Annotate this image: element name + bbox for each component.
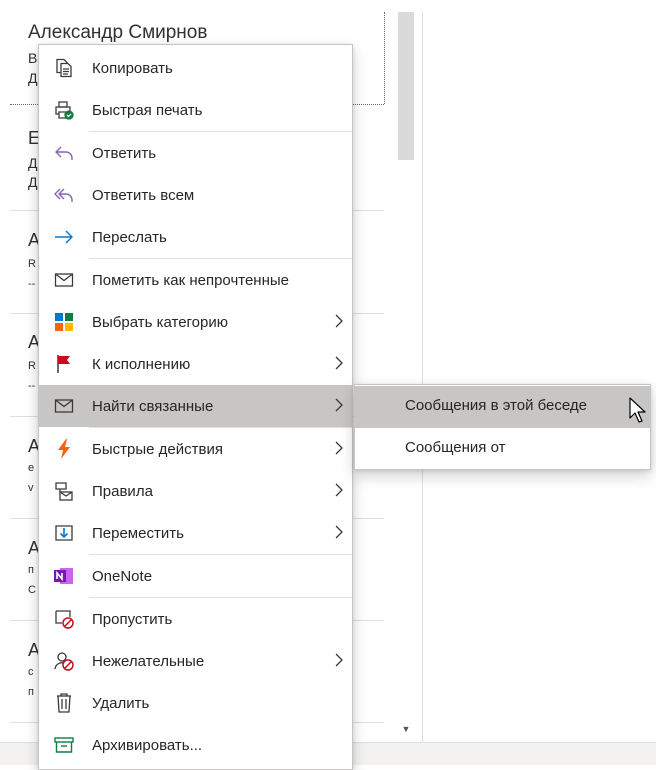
submenu-arrow-icon	[335, 525, 343, 539]
menu-item-label: Пропустить	[92, 610, 173, 628]
menu-item-label: Копировать	[92, 59, 173, 77]
mail-preview-line: Д	[28, 155, 38, 171]
rules-icon	[52, 479, 76, 503]
reply-icon	[52, 141, 76, 165]
menu-item-quick-steps[interactable]: Быстрые действия	[39, 428, 352, 470]
menu-item-categorize[interactable]: Выбрать категорию	[39, 301, 352, 343]
menu-item-delete[interactable]: Удалить	[39, 682, 352, 724]
submenu-arrow-icon	[335, 398, 343, 412]
mail-preview-line: R	[28, 360, 36, 372]
menu-item-rules[interactable]: Правила	[39, 470, 352, 512]
menu-item-label: Нежелательные	[92, 652, 205, 670]
submenu-item-label: Сообщения от	[405, 439, 506, 456]
menu-item-label: Архивировать...	[92, 736, 203, 754]
submenu-arrow-icon	[335, 483, 343, 497]
mail-preview-line: --	[28, 380, 36, 392]
mail-unread-icon	[52, 268, 76, 292]
submenu-item-label: Сообщения в этой беседе	[405, 397, 587, 414]
menu-item-label: Удалить	[92, 694, 150, 712]
junk-icon	[52, 649, 76, 673]
menu-item-label: Ответить	[92, 144, 157, 162]
menu-item-label: Пометить как непрочтенные	[92, 271, 289, 289]
mail-preview-line: с	[28, 666, 34, 678]
move-icon	[52, 521, 76, 545]
reply-all-icon	[52, 183, 76, 207]
submenu-item-messages-from[interactable]: Сообщения от	[355, 428, 650, 470]
menu-item-onenote[interactable]: OneNote	[39, 555, 352, 597]
mail-preview-line: В	[28, 50, 38, 66]
menu-item-reply-all[interactable]: Ответить всем	[39, 174, 352, 216]
menu-item-ignore[interactable]: Пропустить	[39, 598, 352, 640]
menu-item-move[interactable]: Переместить	[39, 512, 352, 554]
menu-item-label: Выбрать категорию	[92, 313, 228, 331]
delete-icon	[52, 691, 76, 715]
menu-item-label: К исполнению	[92, 355, 191, 373]
onenote-icon	[52, 564, 76, 588]
mail-preview-line: Д	[28, 70, 38, 86]
menu-item-label: OneNote	[92, 567, 153, 585]
mail-preview-line: Д	[28, 174, 38, 190]
menu-item-copy[interactable]: Копировать	[39, 47, 352, 89]
menu-item-label: Быстрая печать	[92, 101, 203, 119]
scrollbar-thumb[interactable]	[398, 12, 414, 160]
menu-item-label: Быстрые действия	[92, 440, 223, 458]
forward-icon	[52, 225, 76, 249]
mail-preview-line: п	[28, 564, 34, 576]
mail-preview-line: v	[28, 482, 34, 494]
mail-sender-name[interactable]: Александр Смирнов	[28, 22, 207, 44]
menu-item-label: Ответить всем	[92, 186, 195, 204]
scroll-down-arrow-icon[interactable]: ▼	[398, 718, 414, 740]
mail-preview-line: п	[28, 686, 34, 698]
menu-item-follow-up[interactable]: К исполнению	[39, 343, 352, 385]
pane-divider[interactable]	[422, 12, 423, 742]
menu-item-find-related[interactable]: Найти связанные	[39, 385, 352, 427]
ignore-icon	[52, 607, 76, 631]
selection-focus-right	[384, 12, 385, 104]
menu-item-label: Переслать	[92, 228, 167, 246]
mail-preview-line: е	[28, 462, 35, 474]
menu-item-junk[interactable]: Нежелательные	[39, 640, 352, 682]
quick-print-icon	[52, 98, 76, 122]
category-icon	[52, 310, 76, 334]
submenu-arrow-icon	[335, 356, 343, 370]
find-related-submenu: Сообщения в этой беседе Сообщения от	[354, 384, 651, 470]
menu-item-forward[interactable]: Переслать	[39, 216, 352, 258]
submenu-arrow-icon	[335, 441, 343, 455]
mouse-pointer-icon	[629, 397, 646, 423]
menu-item-quick-print[interactable]: Быстрая печать	[39, 89, 352, 131]
menu-item-label: Правила	[92, 482, 153, 500]
menu-item-archive[interactable]: Архивировать...	[39, 724, 352, 766]
submenu-item-messages-in-conversation[interactable]: Сообщения в этой беседе	[355, 386, 650, 428]
menu-item-label: Переместить	[92, 524, 184, 542]
copy-icon	[52, 56, 76, 80]
mail-preview-line: R	[28, 258, 36, 270]
menu-item-label: Найти связанные	[92, 397, 214, 415]
flag-icon	[52, 352, 76, 376]
quick-steps-icon	[52, 437, 76, 461]
find-related-icon	[52, 394, 76, 418]
submenu-arrow-icon	[335, 653, 343, 667]
mail-preview-line: С	[28, 584, 36, 596]
menu-item-reply[interactable]: Ответить	[39, 132, 352, 174]
context-menu: Копировать Быстрая печать Ответить Ответ…	[38, 44, 353, 770]
mail-preview-line: --	[28, 278, 36, 290]
menu-item-mark-unread[interactable]: Пометить как непрочтенные	[39, 259, 352, 301]
submenu-arrow-icon	[335, 314, 343, 328]
archive-icon	[52, 733, 76, 757]
